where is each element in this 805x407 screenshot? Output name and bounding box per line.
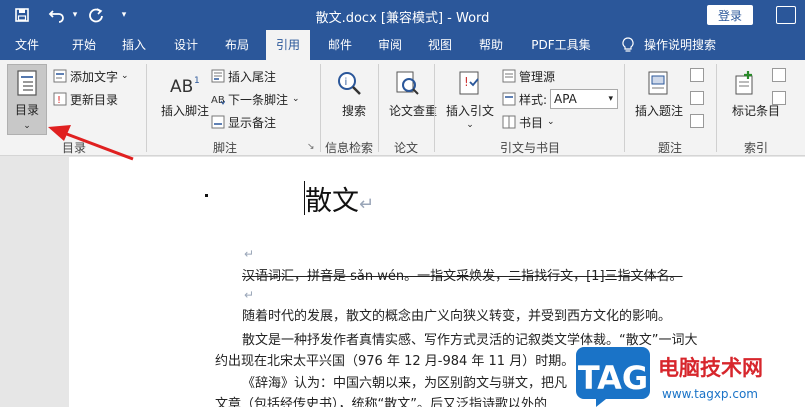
watermark-tag: TAG — [578, 359, 648, 397]
watermark-url: www.tagxp.com — [662, 387, 758, 401]
watermark: TAG 电脑技术网 www.tagxp.com — [576, 343, 805, 407]
watermark-site-name: 电脑技术网 — [658, 356, 763, 380]
